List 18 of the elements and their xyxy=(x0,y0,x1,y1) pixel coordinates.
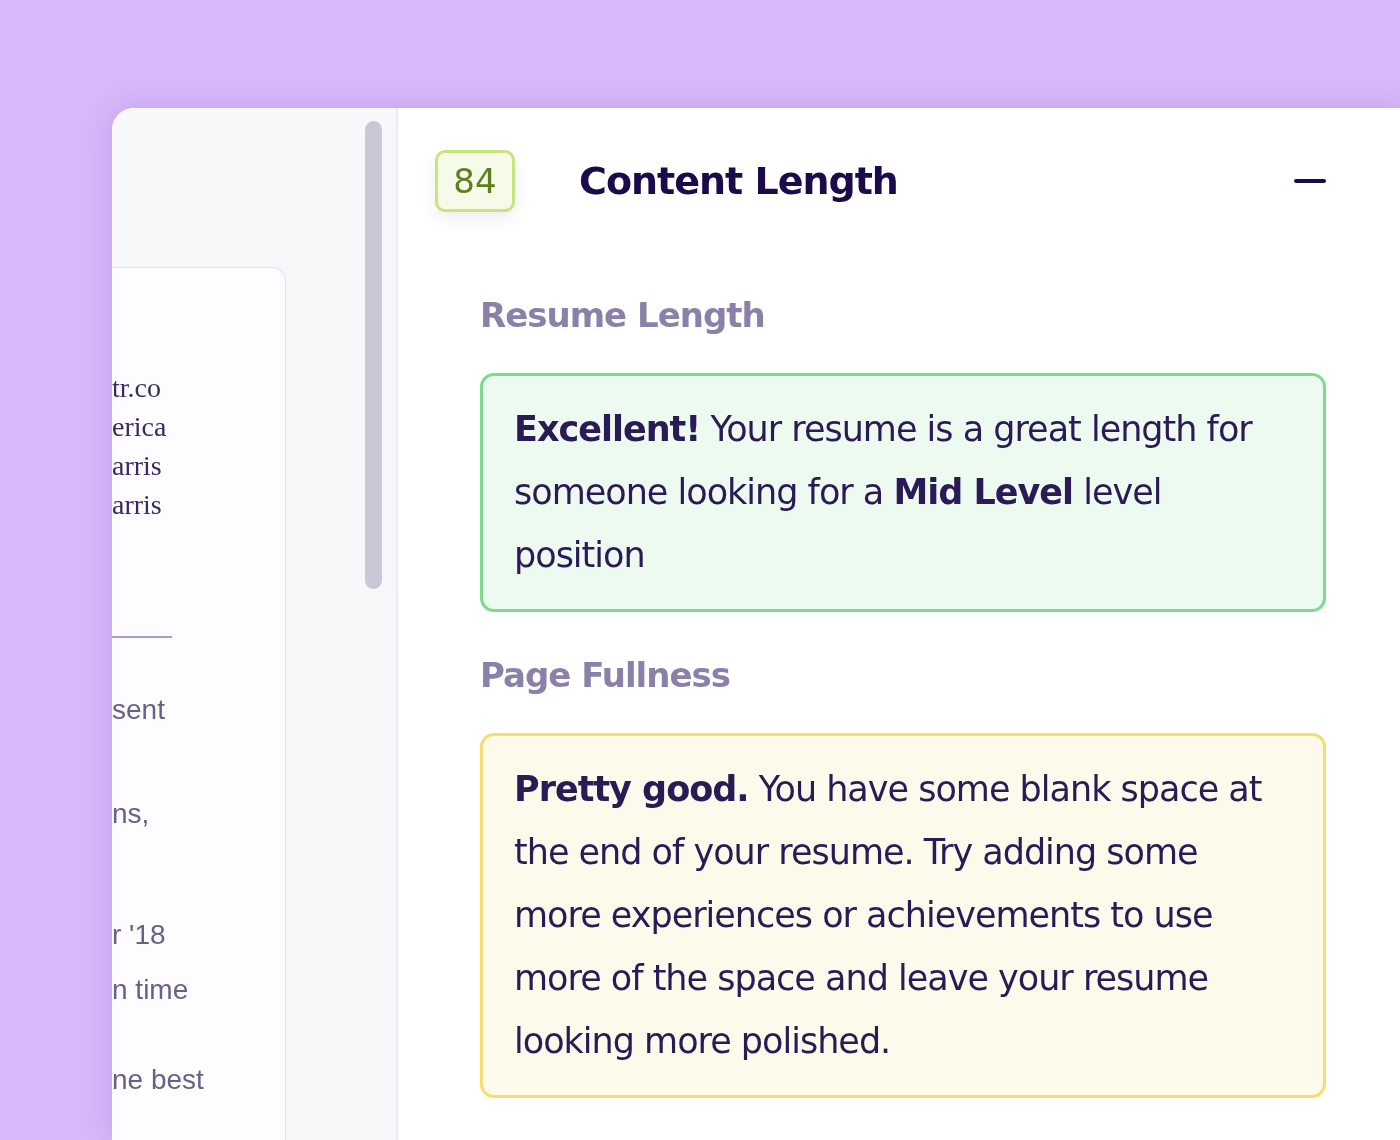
minus-icon xyxy=(1294,179,1326,183)
resume-text: ns, xyxy=(112,797,151,831)
subsection-label: Page Fullness xyxy=(480,654,731,697)
resume-text: ne best xyxy=(112,1063,205,1097)
subsection-label: Resume Length xyxy=(480,294,766,337)
feedback-message: Excellent! Your resume is a great length for someone looking for a Mid Level level position xyxy=(480,373,1326,612)
section-title: Content Length xyxy=(579,157,898,205)
feedback-message: Pretty good. You have some blank space at the end of your resume. Try adding some more experiences or achievements to use more of the space and leave your resume looking more polished. xyxy=(480,733,1326,1098)
resume-text: arris xyxy=(112,488,163,522)
score-badge: 84 xyxy=(435,150,515,212)
resume-text: erica xyxy=(112,410,168,444)
divider xyxy=(112,636,172,638)
resume-text: r '18 xyxy=(112,918,167,952)
resume-text: arris xyxy=(112,449,163,483)
scrollbar-thumb[interactable] xyxy=(365,121,382,589)
resume-text: tr.co xyxy=(112,371,162,405)
resume-text: sent xyxy=(112,693,166,727)
resume-text: n time xyxy=(112,973,190,1007)
